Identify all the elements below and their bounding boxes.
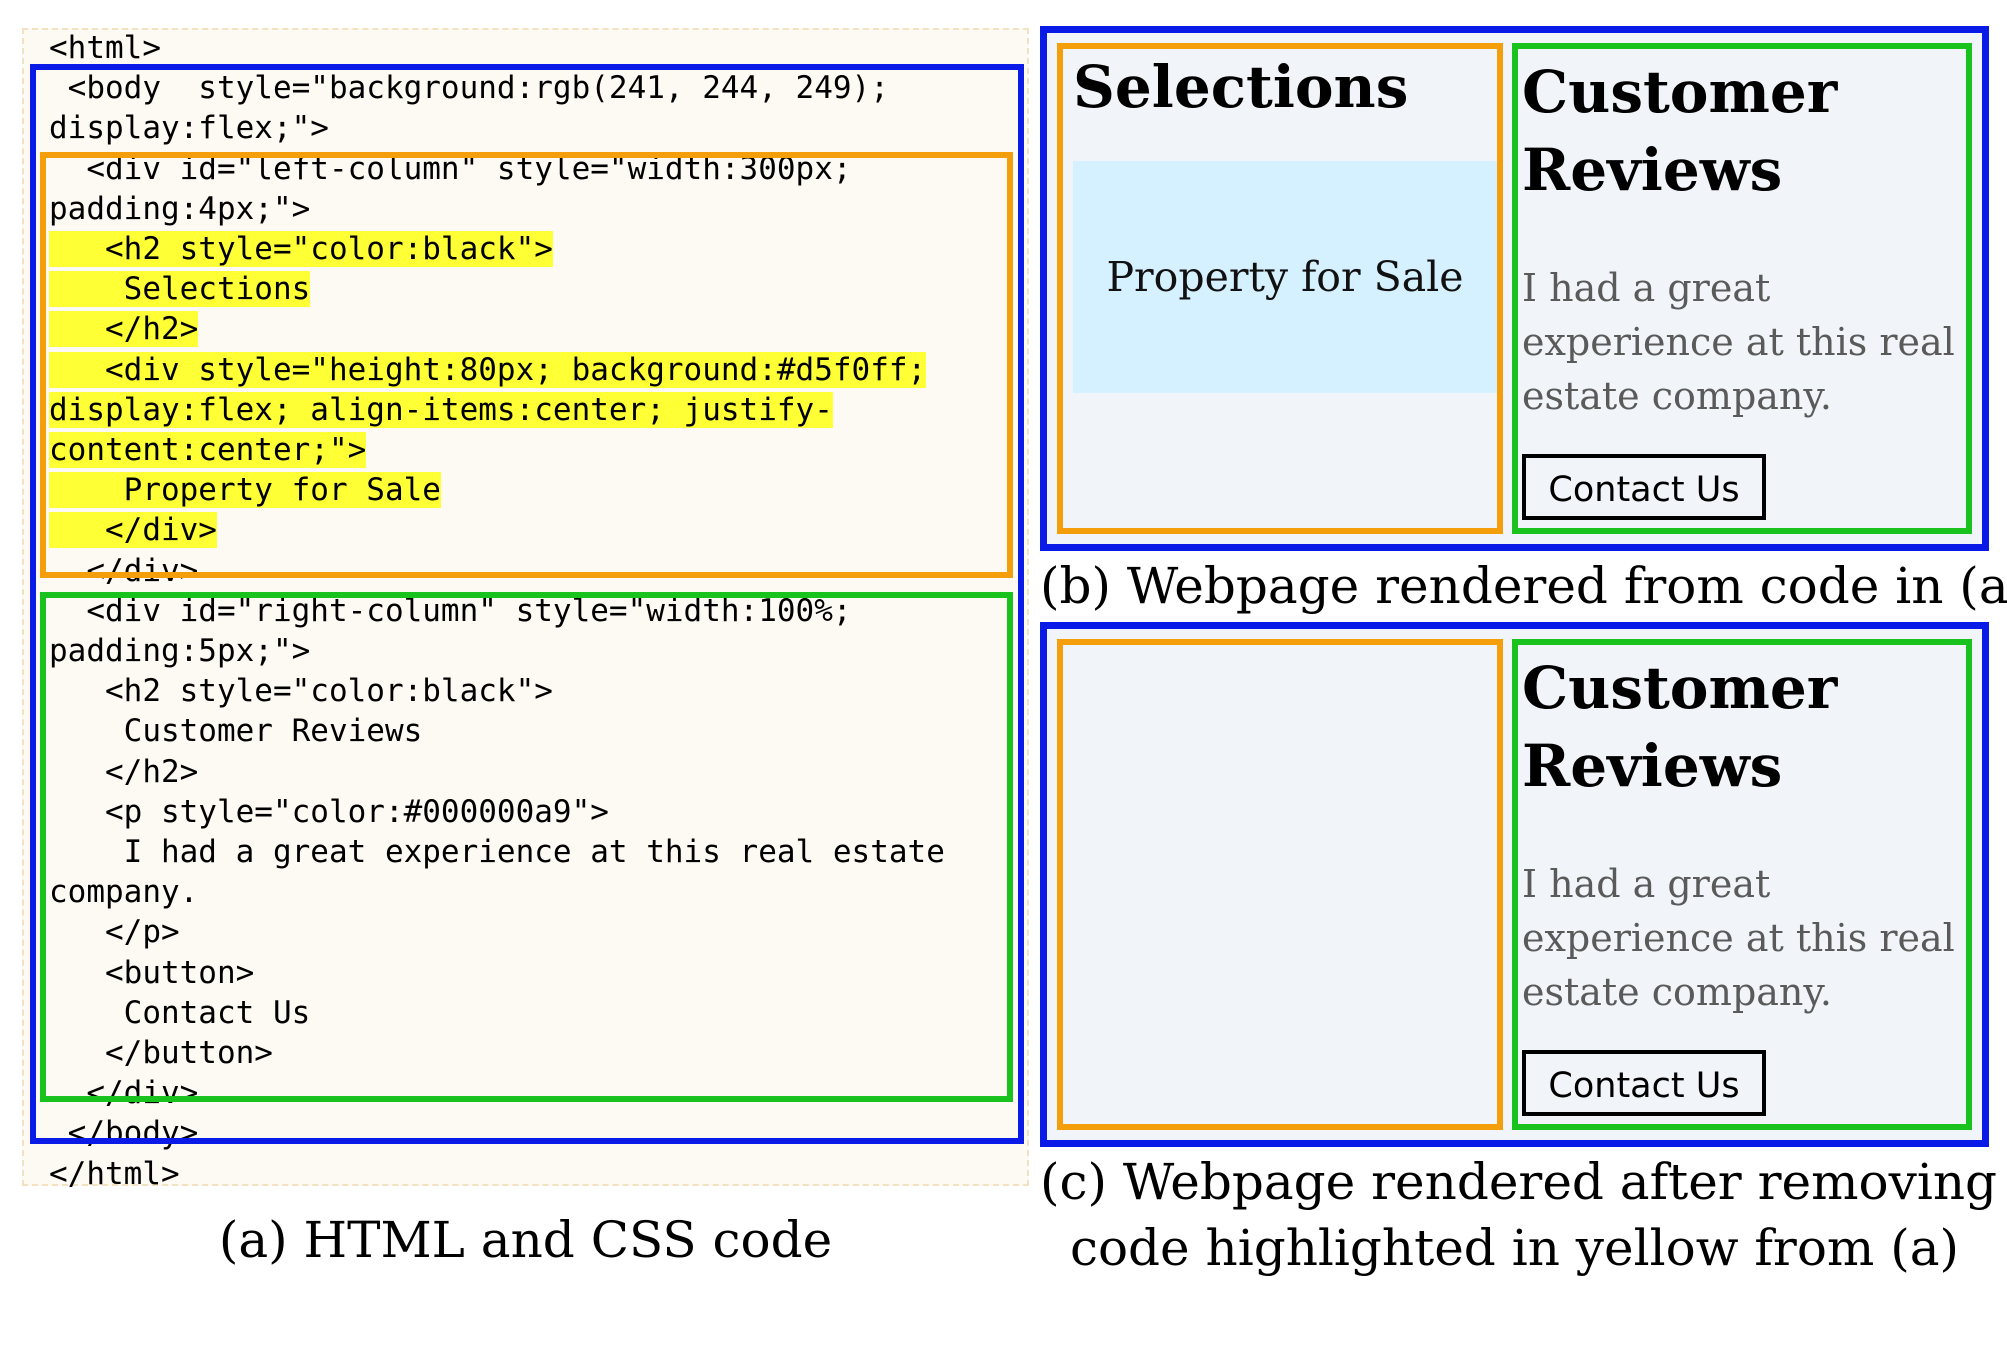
caption-b: (b) Webpage rendered from code in (a) <box>1040 557 2007 615</box>
customer-reviews-heading: Customer Reviews <box>1522 58 1838 204</box>
right-column: Customer Reviews I had a great experienc… <box>1512 639 1972 1130</box>
selections-heading: Selections <box>1073 53 1409 121</box>
property-for-sale-box: Property for Sale <box>1073 161 1497 393</box>
left-column: Selections Property for Sale <box>1057 43 1503 534</box>
review-text: I had a great experience at this real es… <box>1522 266 1955 418</box>
left-column-region-box <box>40 152 1013 578</box>
contact-us-button[interactable]: Contact Us <box>1522 1050 1766 1116</box>
rendered-page-full: Selections Property for Sale Customer Re… <box>1040 26 1989 551</box>
code-line: </html> <box>49 1154 180 1194</box>
right-column: Customer Reviews I had a great experienc… <box>1512 43 1972 534</box>
code-panel: <html> <body style="background:rgb(241, … <box>22 28 1029 1192</box>
property-for-sale-label: Property for Sale <box>1106 253 1464 301</box>
caption-a: (a) HTML and CSS code <box>218 1211 833 1269</box>
contact-us-button[interactable]: Contact Us <box>1522 454 1766 520</box>
caption-c-line1: (c) Webpage rendered after removing <box>1040 1153 1998 1211</box>
code-text: <html> <box>49 30 161 66</box>
rendered-page-after-removal: Customer Reviews I had a great experienc… <box>1040 622 1989 1147</box>
right-column-region-box <box>40 592 1013 1102</box>
review-text: I had a great experience at this real es… <box>1522 862 1955 1014</box>
customer-reviews-heading: Customer Reviews <box>1522 654 1838 800</box>
code-line: <html> <box>49 28 161 68</box>
caption-c-line2: code highlighted in yellow from (a) <box>1069 1219 1960 1277</box>
code-text: </html> <box>49 1155 180 1192</box>
left-column-empty <box>1057 639 1503 1130</box>
